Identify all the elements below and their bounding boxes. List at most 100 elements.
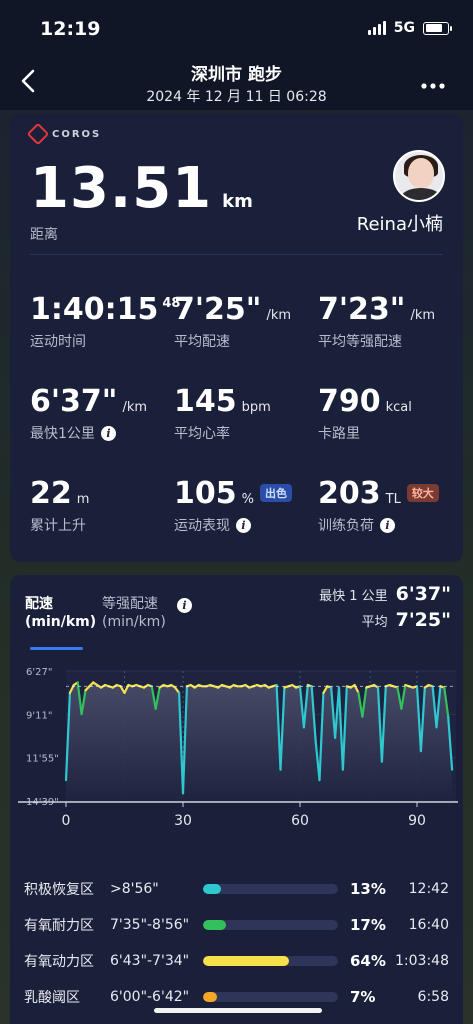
stat-value: 790 bbox=[318, 384, 381, 419]
stat-label: 累计上升 bbox=[30, 518, 86, 534]
fastest-km-value: 6'37" bbox=[395, 583, 451, 605]
signal-icon bbox=[367, 21, 386, 35]
stat-unit: /km bbox=[410, 308, 436, 323]
avg-pace-label: 平均 bbox=[361, 615, 388, 630]
zone-row-aerobic-power: 有氧动力区 6'43"-7'34" 64% 1:03:48 bbox=[10, 943, 463, 979]
stat-unit: % bbox=[241, 492, 254, 507]
info-icon[interactable]: i bbox=[236, 517, 251, 533]
zone-name: 积极恢复区 bbox=[24, 882, 94, 898]
zone-bar bbox=[203, 884, 338, 894]
summary-card: COROS 13.51 km 距离 Reina小楠 1:40:15 48 运动时间… bbox=[10, 114, 463, 562]
brand-name: COROS bbox=[52, 128, 102, 140]
page-title: 深圳市 跑步 bbox=[191, 65, 282, 85]
more-options-button[interactable] bbox=[421, 70, 445, 95]
stat-value: 145 bbox=[174, 384, 237, 419]
training-load-badge: 较大 bbox=[406, 484, 439, 502]
stat-duration: 1:40:15 48 运动时间 bbox=[30, 292, 180, 351]
nav-bar: 深圳市 跑步 2024 年 12 月 11 日 06:28 bbox=[0, 56, 473, 110]
distance-label: 距离 bbox=[30, 227, 58, 243]
tab-label: 等强配速 bbox=[102, 596, 158, 612]
stat-performance: 105% 出色 运动表现 i bbox=[174, 476, 292, 535]
zone-percent: 13% bbox=[350, 880, 386, 898]
stat-avg-grade-pace: 7'23" /km 平均等强配速 bbox=[318, 292, 435, 351]
stat-avg-hr: 145 bpm 平均心率 bbox=[174, 384, 271, 443]
avatar[interactable] bbox=[393, 150, 445, 202]
zone-name: 有氧动力区 bbox=[24, 954, 94, 970]
zone-bar bbox=[203, 920, 338, 930]
stat-value: 203 bbox=[318, 476, 381, 511]
zone-bar-fill bbox=[203, 956, 290, 966]
x-tick-label: 30 bbox=[174, 813, 192, 829]
stat-value: 22 bbox=[30, 476, 72, 511]
stat-label: 卡路里 bbox=[318, 426, 360, 442]
zone-time: 12:42 bbox=[408, 881, 449, 897]
zone-bar-fill bbox=[203, 992, 217, 1002]
stat-value: 1:40:15 bbox=[30, 292, 159, 327]
stat-training-load: 203 TL 较大 训练负荷 i bbox=[318, 476, 439, 535]
zone-percent: 17% bbox=[350, 916, 386, 934]
stat-unit: kcal bbox=[385, 400, 412, 415]
pace-chart[interactable]: 6'27"9'11"11'55"14'39"0 30 60 90 bbox=[18, 661, 458, 831]
zone-range: 6'43"-7'34" bbox=[110, 953, 190, 969]
status-time: 12:19 bbox=[40, 18, 101, 40]
zone-time: 16:40 bbox=[408, 917, 449, 933]
tab-grade-pace[interactable]: 等强配速 (min/km) bbox=[102, 595, 166, 631]
y-tick-label: 6'27" bbox=[26, 667, 52, 678]
zone-percent: 7% bbox=[350, 988, 376, 1006]
info-icon[interactable]: i bbox=[100, 425, 116, 441]
battery-icon bbox=[423, 21, 452, 35]
zone-row-recovery: 积极恢复区 >8'56" 13% 12:42 bbox=[10, 871, 463, 907]
tab-pace[interactable]: 配速 (min/km) bbox=[25, 595, 96, 631]
zone-percent: 64% bbox=[350, 952, 386, 970]
brand-logo: COROS bbox=[26, 122, 102, 146]
zone-time: 6:58 bbox=[417, 989, 449, 1005]
zone-bar-fill bbox=[203, 920, 226, 930]
stat-fastest-km: 6'37" /km 最快1公里 i bbox=[30, 384, 147, 443]
coros-logo-icon bbox=[26, 122, 50, 146]
tab-unit: (min/km) bbox=[25, 614, 97, 630]
home-indicator bbox=[154, 1008, 322, 1013]
zone-name: 乳酸阈区 bbox=[24, 990, 80, 1006]
stat-unit: /km bbox=[122, 400, 148, 415]
distance-unit: km bbox=[222, 191, 253, 212]
stat-label: 运动表现 bbox=[174, 518, 230, 534]
pace-summary: 最快 1 公里 6'37" 平均 7'25" bbox=[319, 583, 451, 635]
user-name: Reina小楠 bbox=[356, 214, 443, 235]
zone-range: >8'56" bbox=[110, 881, 159, 897]
pace-card: 配速 (min/km) 等强配速 (min/km) i 最快 1 公里 6'37… bbox=[10, 575, 463, 1024]
y-tick-label: 11'55" bbox=[26, 754, 59, 765]
distance-value: 13.51 bbox=[30, 156, 213, 221]
stat-unit: /km bbox=[266, 308, 292, 323]
zone-bar-fill bbox=[203, 884, 221, 894]
zone-row-aerobic-endurance: 有氧耐力区 7'35"-8'56" 17% 16:40 bbox=[10, 907, 463, 943]
fastest-km-label: 最快 1 公里 bbox=[319, 589, 388, 604]
zone-bar bbox=[203, 992, 338, 1002]
more-dots-icon bbox=[421, 83, 445, 89]
performance-badge: 出色 bbox=[259, 484, 292, 502]
y-tick-label: 9'11" bbox=[26, 710, 52, 721]
x-tick-label: 90 bbox=[408, 813, 426, 829]
x-tick-label: 0 bbox=[62, 813, 71, 829]
zone-bar bbox=[203, 956, 338, 966]
stat-unit: TL bbox=[385, 492, 401, 507]
zone-name: 有氧耐力区 bbox=[24, 918, 94, 934]
stat-value: 7'25" bbox=[174, 292, 262, 327]
stat-calories: 790 kcal 卡路里 bbox=[318, 384, 412, 443]
stat-value: 7'23" bbox=[318, 292, 406, 327]
zone-time: 1:03:48 bbox=[395, 953, 449, 969]
pace-area bbox=[66, 682, 453, 801]
stat-elevation-gain: 22 m 累计上升 bbox=[30, 476, 89, 535]
x-tick-label: 60 bbox=[291, 813, 309, 829]
zone-range: 6'00"-6'42" bbox=[110, 989, 190, 1005]
stat-label: 运动时间 bbox=[30, 334, 86, 350]
stat-value: 6'37" bbox=[30, 384, 118, 419]
stat-label: 最快1公里 bbox=[30, 426, 95, 442]
info-icon[interactable]: i bbox=[177, 598, 192, 613]
activity-datetime: 2024 年 12 月 11 日 06:28 bbox=[146, 89, 327, 105]
stat-label: 平均配速 bbox=[174, 334, 230, 350]
network-type: 5G bbox=[393, 20, 415, 36]
stat-avg-pace: 7'25" /km 平均配速 bbox=[174, 292, 291, 351]
divider bbox=[30, 254, 443, 255]
active-tab-indicator bbox=[30, 647, 83, 650]
info-icon[interactable]: i bbox=[380, 517, 395, 533]
